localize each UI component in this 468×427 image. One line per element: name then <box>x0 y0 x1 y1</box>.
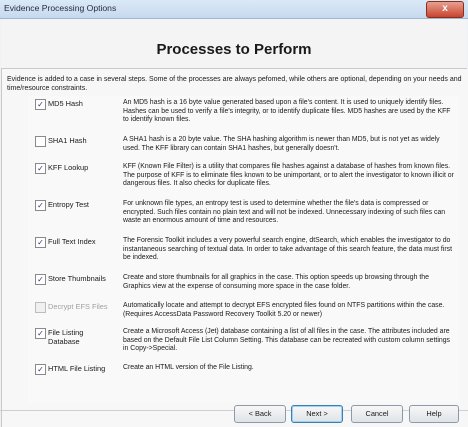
sha1-hash-description: A SHA1 hash is a 20 byte value. The SHA … <box>123 136 440 152</box>
help-button[interactable]: Help <box>409 405 459 423</box>
store-thumbnails-checkbox[interactable]: ✓ <box>35 274 46 285</box>
checkmark-icon: ✓ <box>37 365 44 374</box>
kff-lookup-label: KFF Lookup <box>48 163 89 172</box>
intro-text: Evidence is added to a case in several s… <box>7 76 462 92</box>
full-text-index-description: The Forensic Toolkit includes a very pow… <box>123 237 453 261</box>
next-button[interactable]: Next > <box>291 405 343 423</box>
store-thumbnails-label: Store Thumbnails <box>48 274 106 283</box>
decrypt-efs-files-checkbox <box>35 302 46 313</box>
cancel-button[interactable]: Cancel <box>351 405 403 423</box>
dialog-header: Processes to Perform <box>1 19 467 69</box>
file-listing-database-label: File Listing Database <box>48 328 84 346</box>
checkmark-icon: ✓ <box>37 238 44 247</box>
decrypt-efs-files-label: Decrypt EFS Files <box>48 302 108 311</box>
process-options-list: ✓ MD5 Hash An MD5 hash is a 16 byte valu… <box>28 96 459 402</box>
checkmark-icon: ✓ <box>37 100 44 109</box>
file-listing-database-checkbox[interactable]: ✓ <box>35 328 46 339</box>
entropy-test-label: Entropy Test <box>48 200 89 209</box>
md5-hash-description: An MD5 hash is a 16 byte value generated… <box>123 99 451 123</box>
sha1-hash-checkbox[interactable] <box>35 136 46 147</box>
close-button[interactable]: x <box>426 1 464 18</box>
html-file-listing-checkbox[interactable]: ✓ <box>35 364 46 375</box>
kff-lookup-description: KFF (Known File Filter) is a utility tha… <box>123 163 454 187</box>
checkmark-icon: ✓ <box>37 329 44 338</box>
store-thumbnails-description: Create and store thumbnails for all grap… <box>123 274 429 290</box>
entropy-test-checkbox[interactable]: ✓ <box>35 200 46 211</box>
close-icon: x <box>442 3 448 14</box>
back-button[interactable]: < Back <box>234 405 286 423</box>
checkmark-icon: ✓ <box>37 164 44 173</box>
html-file-listing-label: HTML File Listing <box>48 364 106 373</box>
checkmark-icon: ✓ <box>37 201 44 210</box>
html-file-listing-description: Create an HTML version of the File Listi… <box>123 364 254 371</box>
md5-hash-label: MD5 Hash <box>48 99 83 108</box>
file-listing-database-description: Create a Microsoft Access (Jet) database… <box>123 328 450 352</box>
full-text-index-label: Full Text Index <box>48 237 96 246</box>
sha1-hash-label: SHA1 Hash <box>48 136 87 145</box>
checkmark-icon: ✓ <box>37 275 44 284</box>
page-title: Processes to Perform <box>156 41 312 58</box>
entropy-test-description: For unknown file types, an entropy test … <box>123 200 446 224</box>
md5-hash-checkbox[interactable]: ✓ <box>35 99 46 110</box>
full-text-index-checkbox[interactable]: ✓ <box>35 237 46 248</box>
kff-lookup-checkbox[interactable]: ✓ <box>35 163 46 174</box>
decrypt-efs-files-description: Automatically locate and attempt to decr… <box>123 302 445 318</box>
window-title: Evidence Processing Options <box>4 3 117 13</box>
title-bar: Evidence Processing Options x <box>0 0 468 19</box>
